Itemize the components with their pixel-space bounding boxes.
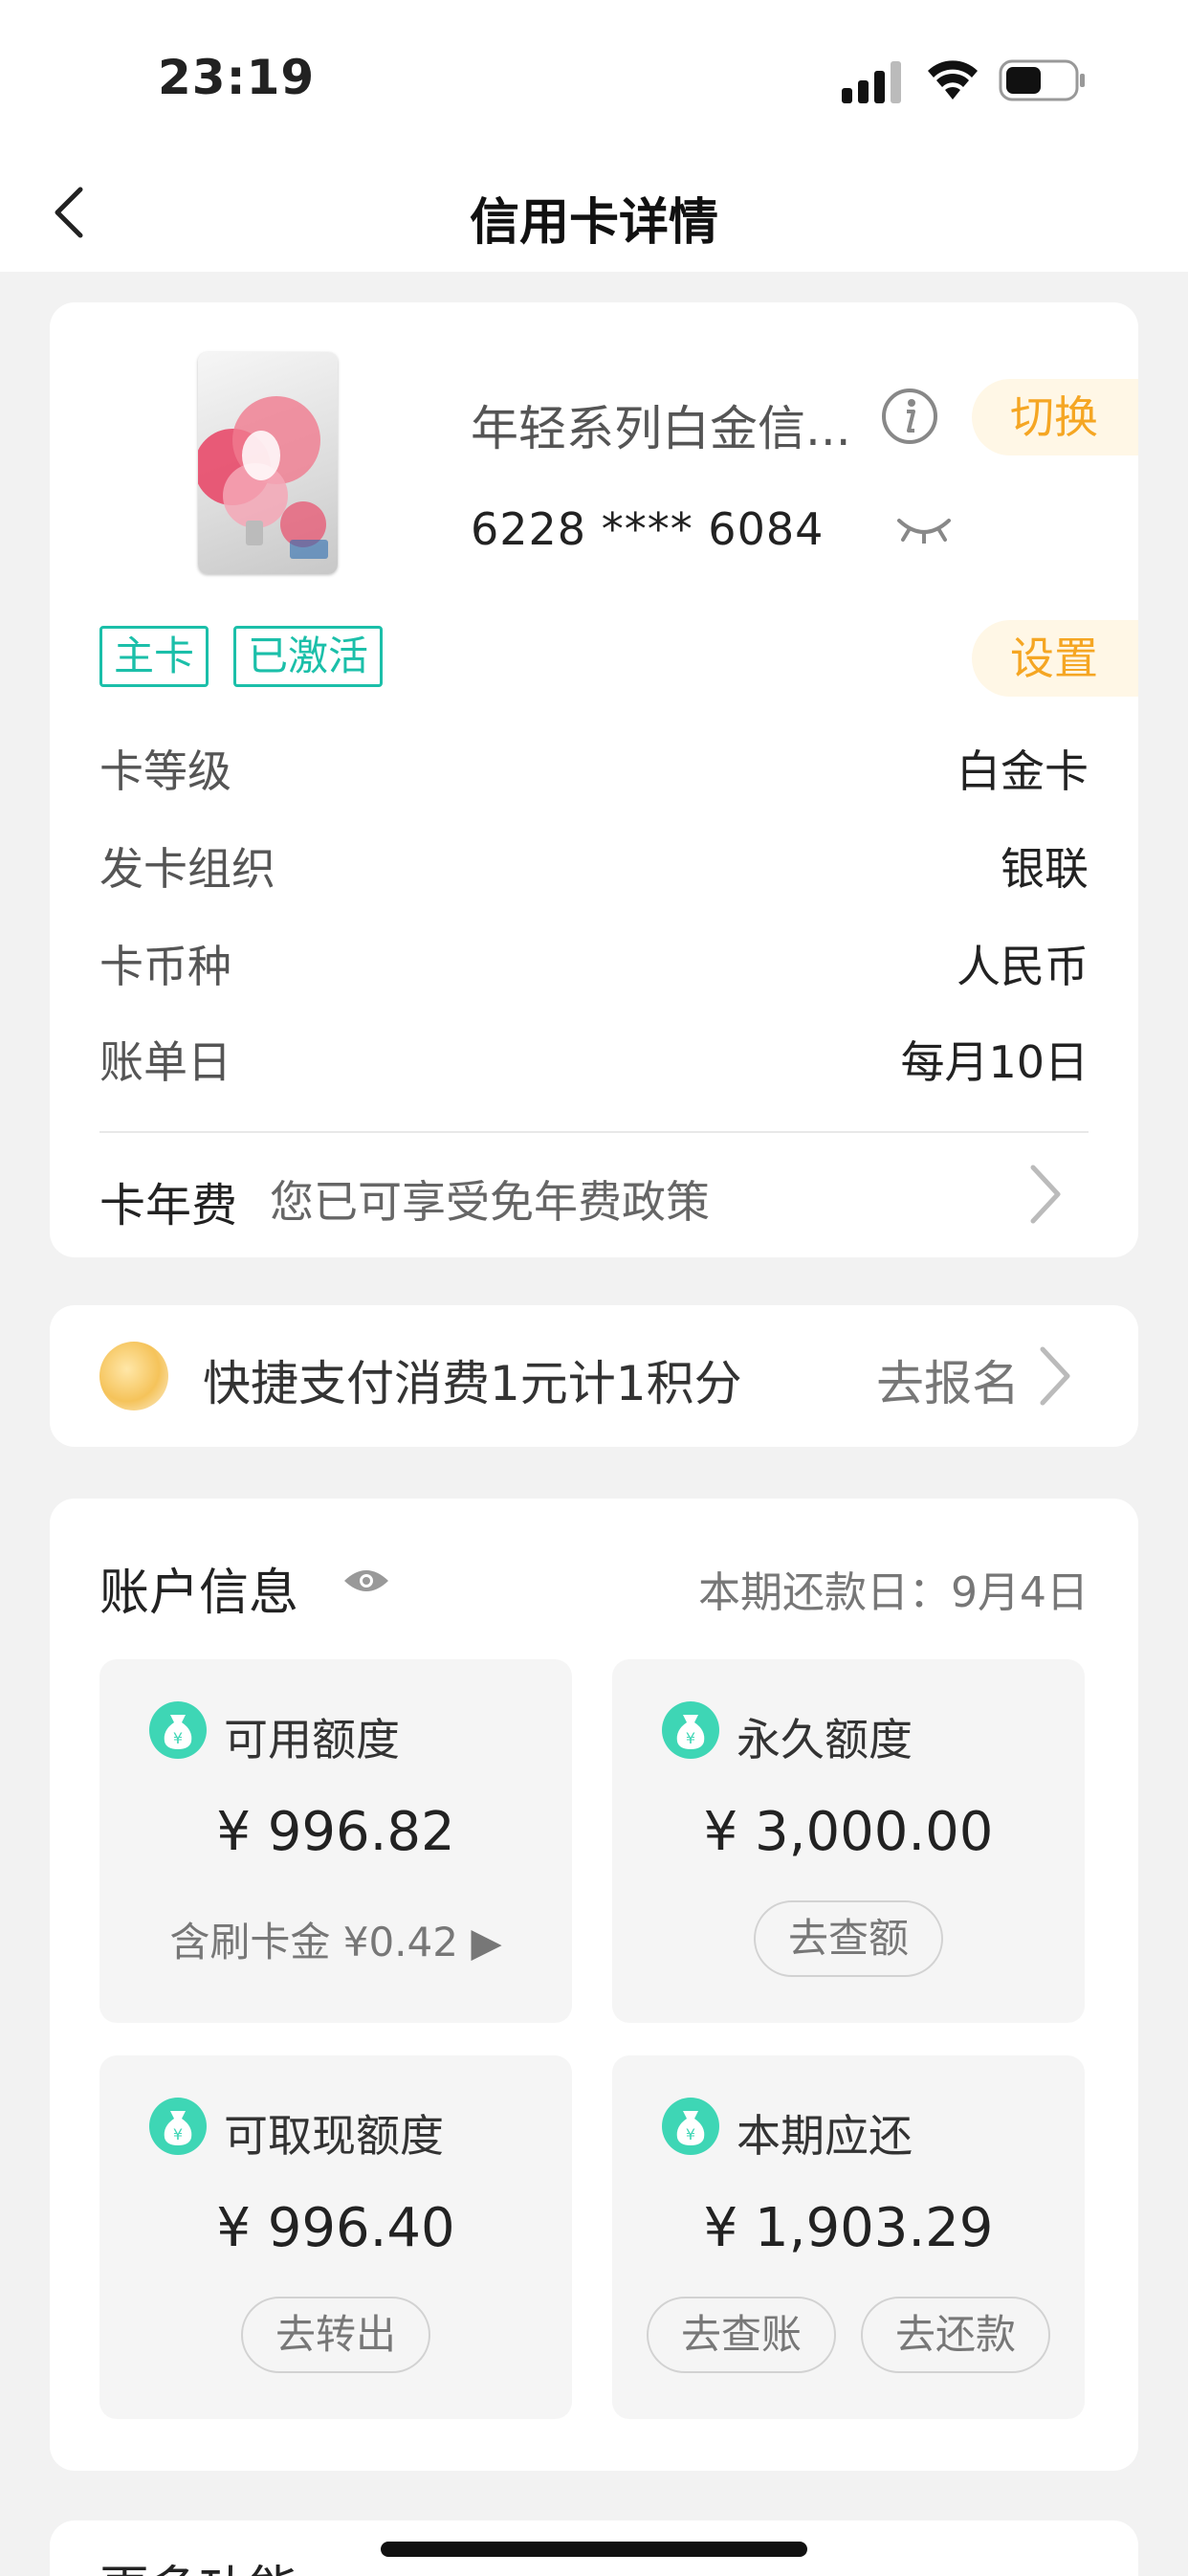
cellular-signal-icon xyxy=(842,61,901,103)
tile-label: 可用额度 xyxy=(224,1714,400,1765)
detail-label: 卡币种 xyxy=(99,941,231,992)
info-icon[interactable] xyxy=(880,387,939,446)
svg-text:¥: ¥ xyxy=(173,2125,183,2143)
svg-text:¥: ¥ xyxy=(686,2125,695,2143)
money-bag-icon: ¥ xyxy=(662,2098,719,2155)
svg-text:¥: ¥ xyxy=(686,1729,695,1747)
available-credit-tile[interactable]: ¥ 可用额度 ¥ 996.82 含刷卡金 ¥0.42 ▶ xyxy=(99,1659,572,2023)
switch-card-button[interactable]: 切换 xyxy=(972,379,1138,455)
money-bag-icon: ¥ xyxy=(662,1701,719,1759)
settings-button[interactable]: 设置 xyxy=(972,620,1138,697)
transfer-out-button[interactable]: 去转出 xyxy=(241,2297,430,2373)
tile-amount: ¥ 996.82 xyxy=(216,1801,455,1863)
promo-text: 快捷支付消费1元计1积分 xyxy=(203,1356,742,1411)
detail-label: 账单日 xyxy=(99,1036,231,1088)
promo-signup-link[interactable]: 去报名 xyxy=(876,1345,1020,1414)
more-functions-title: 更多功能 xyxy=(99,2549,298,2576)
home-indicator xyxy=(381,2542,807,2557)
status-bar: 23:19 xyxy=(0,0,1188,153)
annual-fee-label: 卡年费 xyxy=(99,1179,238,1232)
check-bill-button[interactable]: 去查账 xyxy=(647,2297,836,2373)
chevron-right-icon[interactable] xyxy=(1025,1162,1064,1227)
nav-bar: 信用卡详情 xyxy=(0,153,1188,272)
eye-icon[interactable] xyxy=(342,1566,390,1596)
detail-value: 银联 xyxy=(1001,843,1089,895)
repay-button[interactable]: 去还款 xyxy=(861,2297,1050,2373)
gold-coin-icon xyxy=(99,1342,168,1410)
svg-text:¥: ¥ xyxy=(173,1729,183,1747)
detail-value: 人民币 xyxy=(957,941,1089,992)
divider xyxy=(99,1131,1089,1133)
current-due-tile: ¥ 本期应还 ¥ 1,903.29 去查账 去还款 xyxy=(612,2055,1085,2419)
money-bag-icon: ¥ xyxy=(149,1701,207,1759)
tile-label: 本期应还 xyxy=(737,2110,913,2162)
credit-card-image xyxy=(198,352,338,574)
tile-amount: ¥ 996.40 xyxy=(216,2197,455,2259)
card-bonus-text[interactable]: 含刷卡金 ¥0.42 ▶ xyxy=(99,1910,572,1968)
detail-label: 发卡组织 xyxy=(99,843,275,895)
tag-activated: 已激活 xyxy=(233,626,384,687)
money-bag-icon: ¥ xyxy=(149,2098,207,2155)
detail-value: 每月10日 xyxy=(900,1036,1089,1088)
page-title: 信用卡详情 xyxy=(469,194,718,252)
tile-label: 永久额度 xyxy=(737,1714,913,1765)
chevron-right-icon[interactable] xyxy=(1035,1344,1073,1409)
annual-fee-text[interactable]: 您已可享受免年费政策 xyxy=(270,1167,710,1231)
card-artwork-icon xyxy=(198,396,328,559)
account-info-title: 账户信息 xyxy=(99,1565,299,1622)
card-number: 6228 **** 6084 xyxy=(471,503,825,555)
check-limit-button[interactable]: 去查额 xyxy=(754,1900,943,1977)
cash-withdrawal-tile: ¥ 可取现额度 ¥ 996.40 去转出 xyxy=(99,2055,572,2419)
detail-value: 白金卡 xyxy=(957,745,1089,797)
permanent-credit-tile: ¥ 永久额度 ¥ 3,000.00 去查额 xyxy=(612,1659,1085,2023)
detail-label: 卡等级 xyxy=(99,745,231,797)
battery-icon xyxy=(999,59,1085,101)
status-time: 23:19 xyxy=(158,50,316,105)
card-detail-panel: 年轻系列白金信... 切换 6228 **** 6084 主卡 已激活 设置 卡… xyxy=(50,302,1138,1257)
wifi-icon xyxy=(928,60,978,100)
eye-closed-icon[interactable] xyxy=(895,515,953,544)
tag-primary-card: 主卡 xyxy=(99,626,209,687)
tile-label: 可取现额度 xyxy=(224,2110,444,2162)
promo-banner[interactable]: 快捷支付消费1元计1积分 去报名 xyxy=(50,1305,1138,1447)
tile-amount: ¥ 3,000.00 xyxy=(703,1801,994,1863)
repayment-due-date: 本期还款日：9月4日 xyxy=(698,1568,1089,1617)
tile-amount: ¥ 1,903.29 xyxy=(703,2197,994,2259)
account-info-panel: 账户信息 本期还款日：9月4日 ¥ 可用额度 ¥ 996.82 含刷卡金 ¥0.… xyxy=(50,1499,1138,2471)
card-name[interactable]: 年轻系列白金信... xyxy=(471,390,851,459)
